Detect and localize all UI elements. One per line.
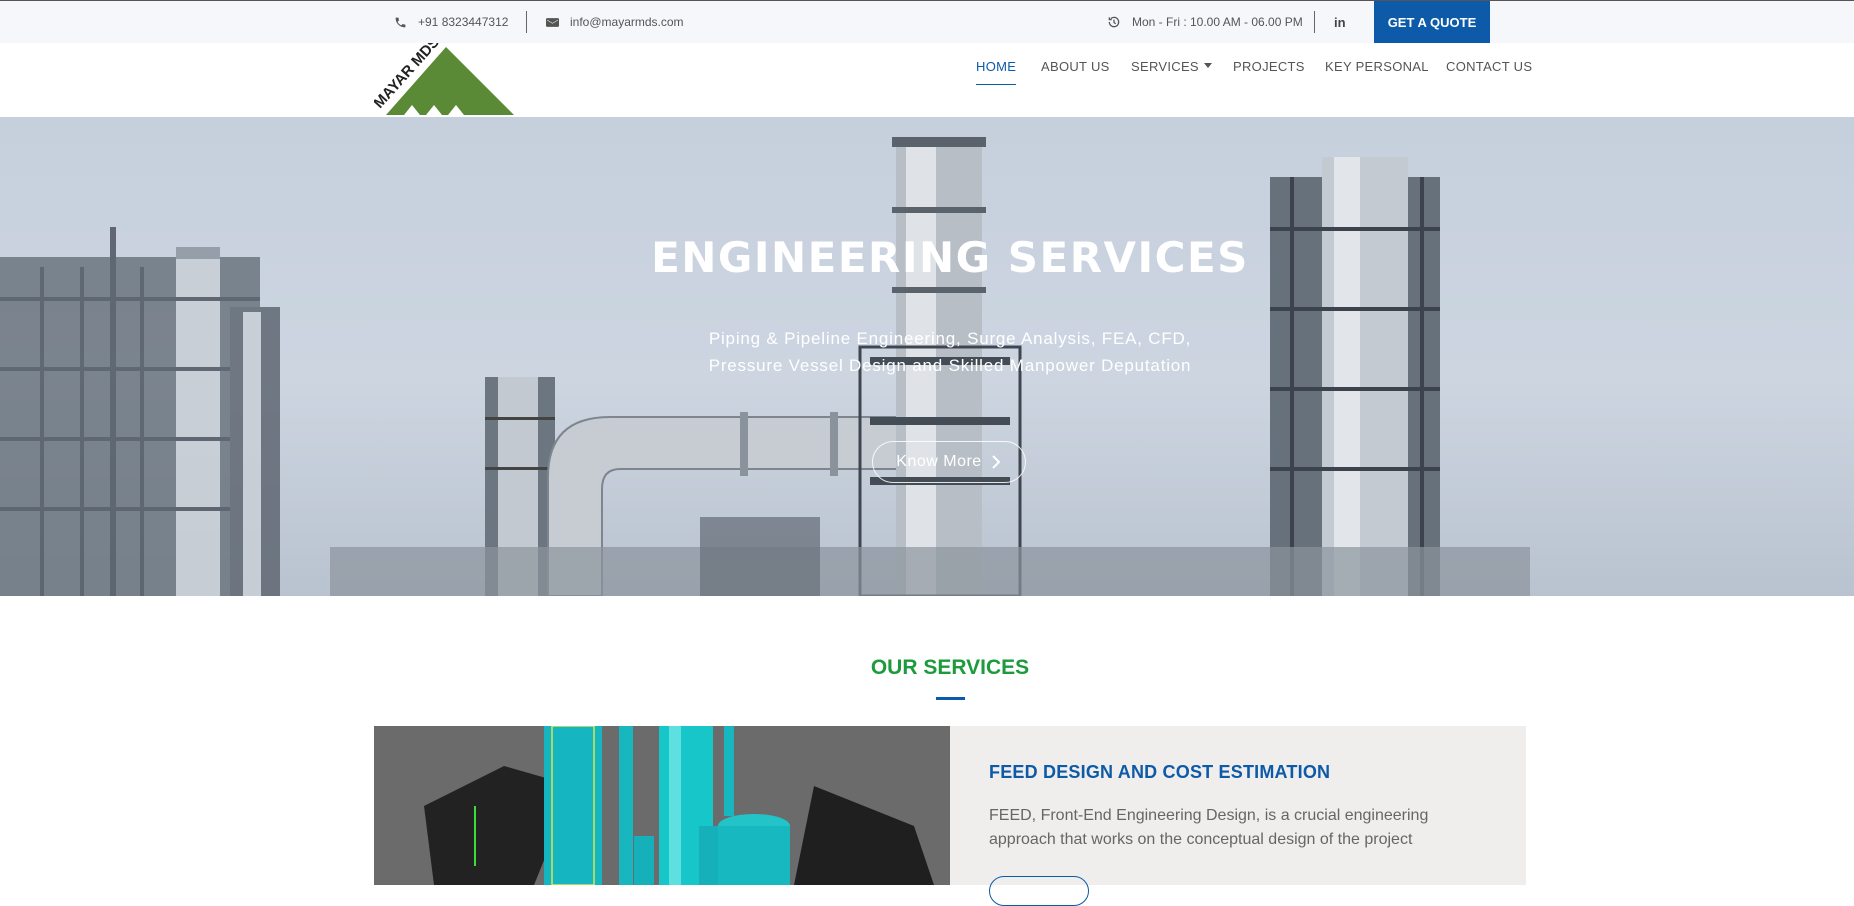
service-card-button[interactable]: [989, 876, 1089, 906]
plant-model-image: [374, 726, 950, 885]
know-more-label: Know More: [896, 453, 982, 470]
nav-key-personal[interactable]: KEY PERSONAL: [1325, 59, 1429, 81]
hours-text: Mon - Fri : 10.00 AM - 06.00 PM: [1132, 15, 1303, 29]
hero-subtitle-line-2: Pressure Vessel Design and Skilled Manpo…: [708, 356, 1192, 375]
logo-mark: MAYAR MDS: [370, 34, 514, 115]
nav-projects[interactable]: PROJECTS: [1233, 59, 1305, 81]
office-hours: Mon - Fri : 10.00 AM - 06.00 PM: [1107, 1, 1303, 43]
phone-icon: [395, 17, 406, 27]
header: MAYAR MDS HOME ABOUT US SERVICES PROJECT…: [0, 34, 1854, 118]
nav-about-us[interactable]: ABOUT US: [1041, 59, 1110, 81]
nav-services[interactable]: SERVICES: [1131, 59, 1212, 81]
hero-subtitle-line-1: Piping & Pipeline Engineering, Surge Ana…: [708, 329, 1192, 348]
hero-title: ENGINEERING SERVICES: [651, 233, 1249, 282]
chevron-right-icon: [991, 455, 1001, 469]
email-contact[interactable]: info@mayarmds.com: [546, 1, 684, 43]
history-icon: [1108, 16, 1120, 28]
nav-home[interactable]: HOME: [976, 59, 1017, 85]
services-heading: OUR SERVICES: [870, 656, 1030, 679]
know-more-button[interactable]: Know More: [872, 441, 1026, 483]
email-address: info@mayarmds.com: [570, 15, 684, 29]
service-card-body: FEED DESIGN AND COST ESTIMATION FEED, Fr…: [950, 726, 1526, 906]
caret-down-icon: [1203, 63, 1212, 69]
get-a-quote-button[interactable]: GET A QUOTE: [1374, 1, 1490, 43]
heading-underline: [936, 697, 965, 700]
top-bar: +91 8323447312 info@mayarmds.com Mon - F…: [0, 0, 1854, 43]
hero-banner: ENGINEERING SERVICES Piping & Pipeline E…: [0, 117, 1854, 596]
service-card-title: FEED DESIGN AND COST ESTIMATION: [989, 762, 1331, 782]
linkedin-icon[interactable]: in: [1334, 1, 1346, 43]
envelope-icon: [546, 17, 559, 27]
divider: [1314, 11, 1315, 33]
phone-contact[interactable]: +91 8323447312: [394, 1, 508, 43]
service-card-text: FEED, Front-End Engineering Design, is a…: [989, 807, 1429, 848]
logo[interactable]: MAYAR MDS: [370, 34, 516, 115]
service-card-image: [374, 726, 950, 885]
phone-number: +91 8323447312: [418, 15, 509, 29]
nav-contact-us[interactable]: CONTACT US: [1446, 59, 1532, 81]
divider: [526, 11, 527, 33]
nav-services-label: SERVICES: [1131, 59, 1199, 74]
